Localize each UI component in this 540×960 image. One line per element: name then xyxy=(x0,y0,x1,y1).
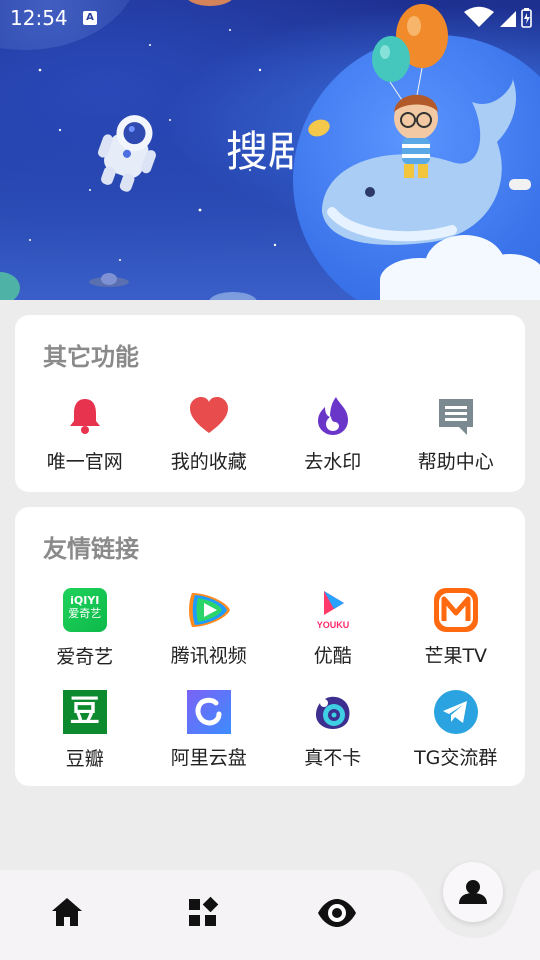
link-label: 腾讯视频 xyxy=(170,645,247,667)
nav-watch[interactable] xyxy=(314,890,360,936)
wifi-icon xyxy=(464,6,494,27)
feature-label: 唯一官网 xyxy=(46,451,123,473)
astronaut-illustration xyxy=(97,115,156,192)
link-label: 阿里云盘 xyxy=(170,747,247,769)
links-card: 友情链接 iQIYI 爱奇艺 爱奇艺 腾讯视频 YOUKU 优酷 芒果TV 豆 … xyxy=(15,507,525,786)
chat-icon xyxy=(433,393,479,439)
features-card: 其它功能 唯一官网 我的收藏 去水印 帮助中心 xyxy=(15,315,525,492)
features-title: 其它功能 xyxy=(43,343,139,371)
feature-official-site[interactable]: 唯一官网 xyxy=(21,393,149,474)
banner: 搜剧 12:54 A xyxy=(0,0,540,300)
cloud-illustration xyxy=(380,235,540,300)
link-label: 优酷 xyxy=(313,645,352,667)
link-label: 真不卡 xyxy=(304,747,362,769)
feature-label: 帮助中心 xyxy=(417,451,494,473)
planet-decoration xyxy=(0,272,20,300)
links-title: 友情链接 xyxy=(43,535,139,563)
planet-decoration xyxy=(209,292,257,300)
gamepad-illustration xyxy=(509,179,531,190)
profile-icon xyxy=(459,880,487,904)
link-label: TG交流群 xyxy=(414,747,498,769)
mango-tv-logo-icon xyxy=(433,587,479,633)
feature-watermark-removal[interactable]: 去水印 xyxy=(269,393,397,474)
link-telegram-group[interactable]: TG交流群 xyxy=(392,689,520,770)
eye-icon xyxy=(318,899,356,927)
feature-label: 去水印 xyxy=(304,451,362,473)
notification-a-icon: A xyxy=(83,11,97,25)
nav-apps[interactable] xyxy=(180,890,226,936)
feature-label: 我的收藏 xyxy=(170,451,247,473)
link-tencent-video[interactable]: 腾讯视频 xyxy=(145,587,273,668)
status-bar: 12:54 A xyxy=(0,0,540,36)
feature-help-center[interactable]: 帮助中心 xyxy=(392,393,520,474)
signal-icon xyxy=(500,11,516,27)
link-label: 芒果TV xyxy=(424,645,488,667)
telegram-logo-icon xyxy=(433,689,479,735)
status-icons xyxy=(462,6,532,32)
banner-title: 搜剧 xyxy=(226,127,296,176)
apps-icon xyxy=(189,896,219,926)
link-label: 豆瓣 xyxy=(65,748,104,770)
flame-icon xyxy=(310,393,356,439)
nav-home[interactable] xyxy=(44,890,90,936)
status-time: 12:54 xyxy=(10,6,68,30)
home-icon xyxy=(52,898,82,926)
link-douban[interactable]: 豆 豆瓣 xyxy=(21,689,149,771)
link-mango-tv[interactable]: 芒果TV xyxy=(392,587,520,668)
nav-profile[interactable] xyxy=(443,862,503,922)
link-zhenbuka[interactable]: 真不卡 xyxy=(269,689,397,770)
ufo-illustration xyxy=(89,273,129,287)
link-youku[interactable]: YOUKU 优酷 xyxy=(269,587,397,668)
link-aliyun-drive[interactable]: 阿里云盘 xyxy=(145,689,273,770)
youku-logo-icon: YOUKU xyxy=(310,587,356,633)
aliyun-drive-logo-icon xyxy=(186,689,232,735)
tencent-video-logo-icon xyxy=(186,587,232,633)
heart-icon xyxy=(186,393,232,439)
douban-logo-icon: 豆 xyxy=(62,690,108,736)
svg-text:YOUKU: YOUKU xyxy=(316,620,349,630)
zhenbuka-logo-icon xyxy=(310,689,356,735)
link-iqiyi[interactable]: iQIYI 爱奇艺 爱奇艺 xyxy=(21,587,149,669)
bell-icon xyxy=(62,393,108,439)
feature-favorites[interactable]: 我的收藏 xyxy=(145,393,273,474)
iqiyi-logo-icon: iQIYI 爱奇艺 xyxy=(62,588,108,634)
link-label: 爱奇艺 xyxy=(56,646,114,668)
